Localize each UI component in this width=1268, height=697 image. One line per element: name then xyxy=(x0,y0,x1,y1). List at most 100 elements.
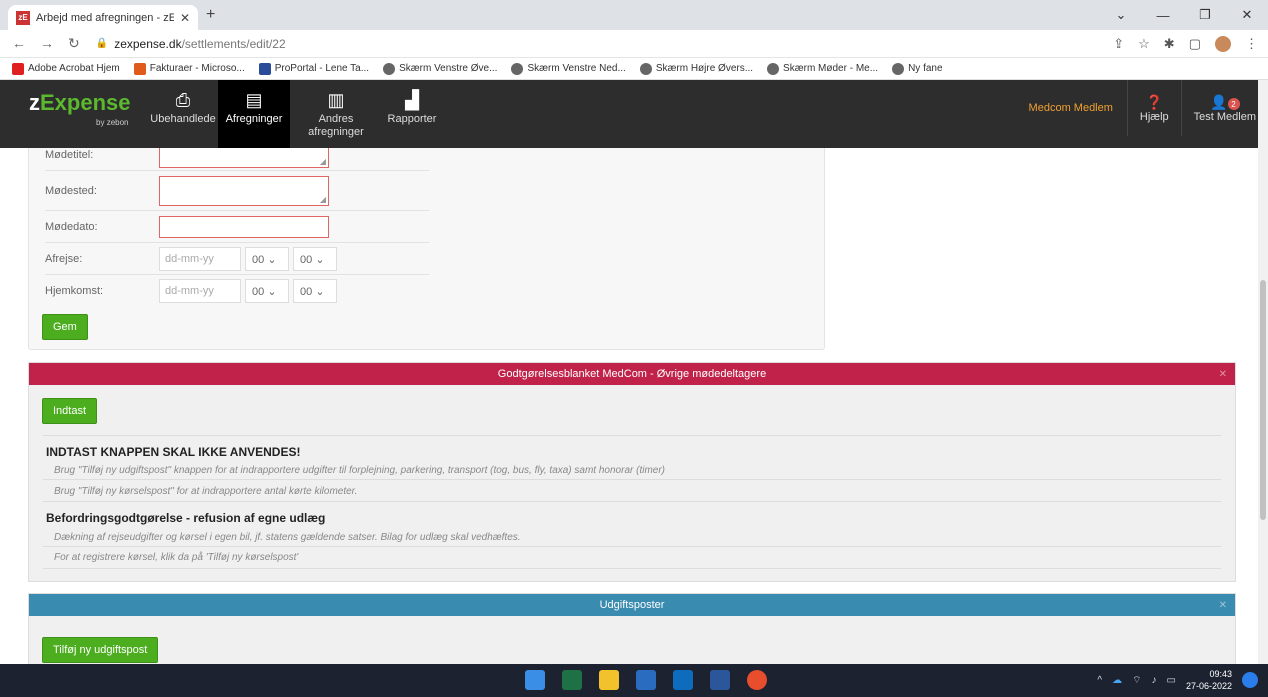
bookmarks-bar: Adobe Acrobat Hjem Fakturaer - Microso..… xyxy=(0,58,1268,80)
panel-title: Godtgørelsesblanket MedCom - Øvrige møde… xyxy=(497,368,767,380)
window-controls: ⌄ — ❐ ✕ xyxy=(1100,0,1268,30)
forward-icon[interactable]: → xyxy=(40,35,54,52)
form-row-modetitel: Mødetitel: ◢ xyxy=(45,148,429,171)
volume-icon[interactable]: ♪ xyxy=(1152,675,1157,686)
field-label: Mødetitel: xyxy=(45,148,94,161)
form-row-afrejse: Afrejse: dd-mm-yy 00 ⌄ 00 ⌄ xyxy=(45,243,429,275)
bookmark-item[interactable]: Skærm Højre Øvers... xyxy=(639,62,753,75)
battery-icon[interactable]: ▭ xyxy=(1167,675,1176,686)
sidepanel-icon[interactable]: ▢ xyxy=(1189,36,1201,52)
resize-grip-icon[interactable]: ◢ xyxy=(320,195,326,204)
app-icon[interactable] xyxy=(636,670,656,690)
clock[interactable]: 09:43 27-06-2022 xyxy=(1186,668,1232,692)
url-path: /settlements/edit/22 xyxy=(181,36,286,51)
document-icon: ▤ xyxy=(245,90,263,110)
modested-textarea[interactable]: ◢ xyxy=(159,175,329,206)
chevron-down-icon: ⌄ xyxy=(315,286,325,298)
bookmark-item[interactable]: Skærm Venstre Øve... xyxy=(383,62,497,75)
os-taskbar: ^ ☁ ⌔ ♪ ▭ 09:43 27-06-2022 xyxy=(0,664,1268,697)
menu-icon[interactable]: ⋮ xyxy=(1245,36,1258,52)
browser-tab[interactable]: zE Arbejd med afregningen - zExpe ✕ xyxy=(8,5,198,30)
address-bar: ← → ↻ 🔒 zexpense.dk/settlements/edit/22 … xyxy=(0,30,1268,58)
lock-icon: 🔒 xyxy=(95,38,109,49)
page-content: Mødetitel: ◢ Mødested: ◢ Mødedato: Afrej… xyxy=(0,148,1258,664)
users-icon: 👤 2 xyxy=(1210,94,1240,111)
organization-label[interactable]: Medcom Medlem xyxy=(1015,80,1127,136)
word-icon[interactable] xyxy=(710,670,730,690)
nav-rapporter[interactable]: ▟ Rapporter xyxy=(382,80,442,148)
outlook-icon[interactable] xyxy=(673,670,693,690)
panel-title: Udgiftsposter xyxy=(599,599,665,611)
divider xyxy=(43,568,1221,569)
godtgorelse-panel: Godtgørelsesblanket MedCom - Øvrige møde… xyxy=(28,362,1236,582)
zexpense-logo[interactable]: zExpense by zebon xyxy=(29,90,131,127)
profile-avatar[interactable] xyxy=(1215,36,1231,52)
hjemkomst-minute-select[interactable]: 00 ⌄ xyxy=(293,279,337,303)
resize-grip-icon[interactable]: ◢ xyxy=(320,157,326,166)
url-field[interactable]: 🔒 zexpense.dk/settlements/edit/22 xyxy=(96,37,286,51)
globe-icon xyxy=(383,62,396,75)
info-note: Brug "Tilføj ny kørselspost" for at indr… xyxy=(54,486,358,497)
globe-icon xyxy=(767,62,780,75)
windows-start-icon[interactable] xyxy=(525,670,545,690)
tab-title: Arbejd med afregningen - zExpe xyxy=(36,11,174,24)
bookmark-item[interactable]: ProPortal - Lene Ta... xyxy=(258,62,369,75)
hjemkomst-date-input[interactable]: dd-mm-yy xyxy=(159,279,241,303)
modetitel-textarea[interactable]: ◢ xyxy=(159,148,329,168)
restore-icon[interactable]: ❐ xyxy=(1184,0,1226,30)
globe-icon xyxy=(511,62,524,75)
save-button[interactable]: Gem xyxy=(42,314,88,340)
divider xyxy=(43,479,1221,480)
field-label: Mødested: xyxy=(45,184,97,197)
afrejse-hour-select[interactable]: 00 ⌄ xyxy=(245,246,289,271)
onedrive-icon[interactable]: ☁ xyxy=(1112,675,1122,686)
globe-icon xyxy=(892,62,905,75)
close-panel-icon[interactable]: ✕ xyxy=(1219,369,1227,380)
wifi-icon[interactable]: ⌔ xyxy=(1132,674,1141,687)
system-tray: ^ ☁ ⌔ ♪ ▭ 09:43 27-06-2022 xyxy=(1097,668,1258,692)
tab-search-icon[interactable]: ⌄ xyxy=(1100,0,1142,30)
reload-icon[interactable]: ↻ xyxy=(68,35,80,52)
chevron-up-icon[interactable]: ^ xyxy=(1097,675,1102,686)
user-menu[interactable]: 👤 2 Test Medlem xyxy=(1180,80,1268,136)
bookmark-item[interactable]: Skærm Venstre Ned... xyxy=(511,62,626,75)
help-button[interactable]: ❓ Hjælp xyxy=(1126,80,1181,136)
inbox-icon: ⎙ xyxy=(175,90,191,110)
bookmark-item[interactable]: Fakturaer - Microso... xyxy=(133,62,245,75)
modedato-input[interactable] xyxy=(159,215,329,238)
divider xyxy=(43,435,1221,436)
back-icon[interactable]: ← xyxy=(12,35,26,52)
scrollbar-thumb[interactable] xyxy=(1260,280,1266,520)
url-host: zexpense.dk xyxy=(114,36,182,51)
hjemkomst-hour-select[interactable]: 00 ⌄ xyxy=(245,279,289,303)
close-tab-icon[interactable]: ✕ xyxy=(180,11,190,25)
add-expense-button[interactable]: Tilføj ny udgiftspost xyxy=(42,637,159,663)
notification-icon[interactable] xyxy=(1242,672,1258,688)
afrejse-date-input[interactable]: dd-mm-yy xyxy=(159,246,241,271)
share-icon[interactable]: ⇪ xyxy=(1113,36,1124,52)
new-tab-icon[interactable]: + xyxy=(206,6,215,24)
nav-ubehandlede[interactable]: ⎙ Ubehandlede xyxy=(150,80,215,148)
minimize-icon[interactable]: — xyxy=(1142,0,1184,30)
close-panel-icon[interactable]: ✕ xyxy=(1219,600,1227,611)
bookmark-item[interactable]: Ny fane xyxy=(892,62,943,75)
extensions-icon[interactable]: ✱ xyxy=(1164,36,1175,52)
afrejse-minute-select[interactable]: 00 ⌄ xyxy=(293,246,337,271)
file-explorer-icon[interactable] xyxy=(599,670,619,690)
form-row-modedato: Mødedato: xyxy=(45,211,429,243)
close-window-icon[interactable]: ✕ xyxy=(1226,0,1268,30)
chrome-icon[interactable] xyxy=(747,670,767,690)
bookmark-item[interactable]: Adobe Acrobat Hjem xyxy=(12,62,120,75)
bookmark-item[interactable]: Skærm Møder - Me... xyxy=(767,62,878,75)
chevron-down-icon: ⌄ xyxy=(267,286,277,298)
nav-afregninger[interactable]: ▤ Afregninger xyxy=(218,80,290,148)
meeting-form-panel: Mødetitel: ◢ Mødested: ◢ Mødedato: Afrej… xyxy=(28,148,825,350)
info-note: Dækning af rejseudgifter og kørsel i ege… xyxy=(54,532,521,543)
page-scrollbar[interactable] xyxy=(1258,80,1268,664)
excel-icon[interactable] xyxy=(562,670,582,690)
divider xyxy=(43,546,1221,547)
bookmark-star-icon[interactable]: ☆ xyxy=(1138,36,1150,52)
nav-andres-afregninger[interactable]: ▥ Andres afregninger xyxy=(296,80,376,148)
panel-header: Godtgørelsesblanket MedCom - Øvrige møde… xyxy=(29,363,1235,385)
indtast-button[interactable]: Indtast xyxy=(42,398,98,424)
